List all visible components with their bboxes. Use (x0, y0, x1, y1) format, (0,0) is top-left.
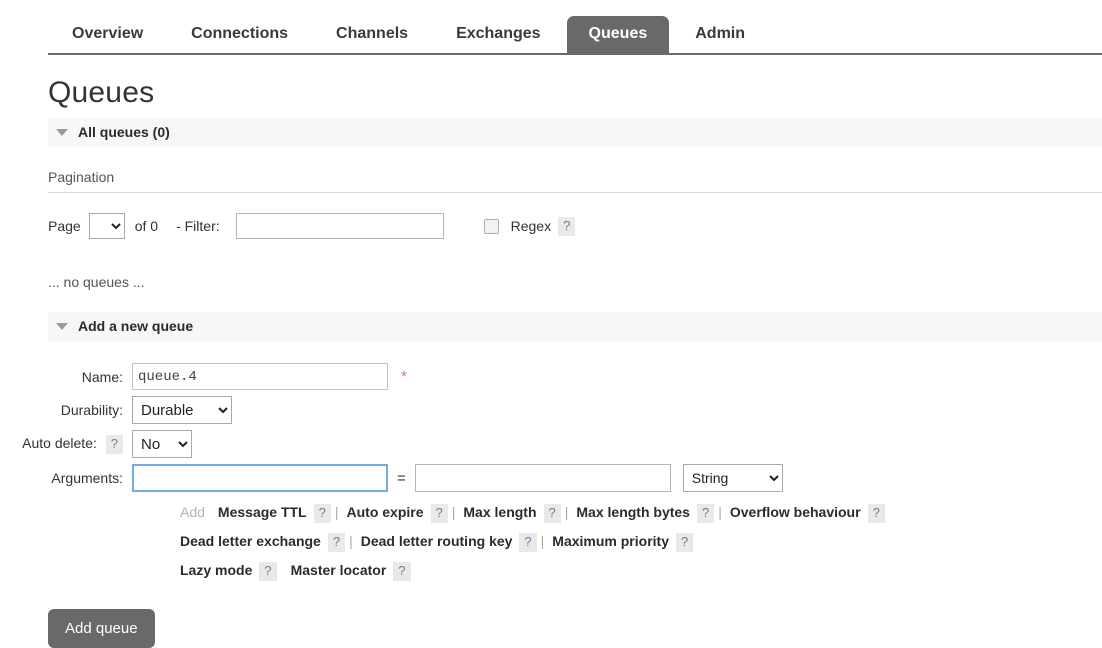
preset-message-ttl-help-icon[interactable]: ? (313, 504, 331, 523)
tab-overview[interactable]: Overview (50, 16, 165, 53)
preset-separator: | (564, 504, 569, 520)
argument-equals-sign: = (397, 469, 406, 487)
preset-dead-letter-exchange-help-icon[interactable]: ? (327, 533, 346, 552)
section-title-all-queues: All queues (0) (78, 124, 170, 140)
preset-overflow-behaviour[interactable]: Overflow behaviour (730, 504, 861, 520)
preset-row-2: Dead letter exchange? | Dead letter routin… (180, 527, 1102, 556)
section-header-add-queue[interactable]: Add a new queue (48, 312, 1102, 341)
preset-separator: | (349, 533, 353, 549)
page-select[interactable] (88, 213, 125, 239)
auto-delete-label-wrap: Auto delete: ? (0, 434, 132, 454)
preset-max-length-bytes[interactable]: Max length bytes (576, 504, 690, 520)
argument-type-select[interactable]: String (682, 464, 783, 492)
preset-dead-letter-routing-key[interactable]: Dead letter routing key (361, 533, 513, 549)
filter-input[interactable] (235, 213, 444, 239)
form-row-arguments: Arguments: = String (0, 464, 1102, 492)
pagination-label: Pagination (48, 169, 1102, 193)
page-label: Page (48, 218, 81, 234)
preset-auto-expire[interactable]: Auto expire (347, 504, 424, 520)
nav-tab-list: Overview Connections Channels Exchanges … (48, 0, 1102, 55)
empty-queues-message: ... no queues ... (48, 274, 145, 290)
section-header-all-queues[interactable]: All queues (0) (48, 118, 1102, 147)
argument-key-input[interactable] (132, 464, 388, 492)
argument-presets: Add Message TTL? | Auto expire? | Max length?… (180, 498, 1102, 585)
preset-lazy-mode[interactable]: Lazy mode (180, 562, 252, 578)
name-label: Name: (81, 368, 123, 385)
form-row-durability: Durability: Durable (0, 396, 1102, 424)
preset-separator: | (334, 504, 339, 520)
main-navigation: Overview Connections Channels Exchanges … (0, 0, 1102, 55)
form-row-name: Name: * (0, 363, 1102, 390)
argument-value-input[interactable] (414, 464, 671, 492)
regex-checkbox[interactable] (483, 218, 499, 234)
preset-auto-expire-help-icon[interactable]: ? (430, 504, 448, 523)
preset-max-length-bytes-help-icon[interactable]: ? (696, 504, 715, 523)
section-title-add-queue: Add a new queue (78, 318, 194, 334)
preset-row-3: Lazy mode? Master locator? (180, 556, 1102, 585)
tab-connections[interactable]: Connections (169, 16, 310, 53)
name-input[interactable] (132, 363, 388, 390)
preset-row-1: Add Message TTL? | Auto expire? | Max length?… (180, 498, 1102, 527)
preset-overflow-behaviour-help-icon[interactable]: ? (867, 504, 885, 523)
auto-delete-help-icon[interactable]: ? (105, 434, 123, 454)
regex-label: Regex (510, 218, 552, 234)
preset-message-ttl[interactable]: Message TTL (218, 504, 307, 520)
tab-channels[interactable]: Channels (314, 16, 430, 53)
tab-admin[interactable]: Admin (673, 16, 767, 53)
arguments-label: Arguments: (51, 470, 123, 486)
page-total-label: of 0 (134, 218, 159, 234)
regex-help-icon[interactable]: ? (558, 216, 576, 236)
add-queue-form: Name: * Durability: Durable Auto delete:… (0, 363, 1102, 648)
form-row-auto-delete: Auto delete: ? No (0, 430, 1102, 458)
collapse-caret-icon[interactable] (56, 128, 68, 136)
required-marker: * (401, 368, 407, 385)
preset-dead-letter-exchange[interactable]: Dead letter exchange (180, 533, 321, 549)
preset-maximum-priority-help-icon[interactable]: ? (676, 533, 694, 552)
tab-exchanges[interactable]: Exchanges (434, 16, 562, 53)
tab-queues[interactable]: Queues (566, 16, 670, 53)
auto-delete-label: Auto delete: (22, 434, 97, 451)
add-argument-label: Add (180, 504, 205, 520)
preset-max-length[interactable]: Max length (463, 504, 536, 520)
preset-lazy-mode-help-icon[interactable]: ? (259, 562, 277, 581)
preset-master-locator[interactable]: Master locator (291, 562, 387, 578)
preset-separator: | (540, 533, 545, 549)
main-content: Queues All queues (0) Pagination Page of… (0, 76, 1102, 648)
filter-label: - Filter: (176, 218, 220, 234)
durability-select[interactable]: Durable (132, 396, 232, 424)
preset-max-length-help-icon[interactable]: ? (543, 504, 561, 523)
collapse-caret-icon[interactable] (56, 322, 68, 330)
preset-separator: | (718, 504, 722, 520)
add-queue-button[interactable]: Add queue (48, 609, 155, 648)
preset-dead-letter-routing-key-help-icon[interactable]: ? (519, 533, 537, 552)
preset-master-locator-help-icon[interactable]: ? (393, 562, 411, 581)
durability-label: Durability: (60, 402, 123, 418)
preset-separator: | (451, 504, 456, 520)
page-title: Queues (48, 76, 155, 109)
pagination-controls: Page of 0 - Filter: Regex ? (48, 213, 1102, 239)
preset-maximum-priority[interactable]: Maximum priority (552, 533, 669, 549)
auto-delete-select[interactable]: No (132, 430, 192, 458)
